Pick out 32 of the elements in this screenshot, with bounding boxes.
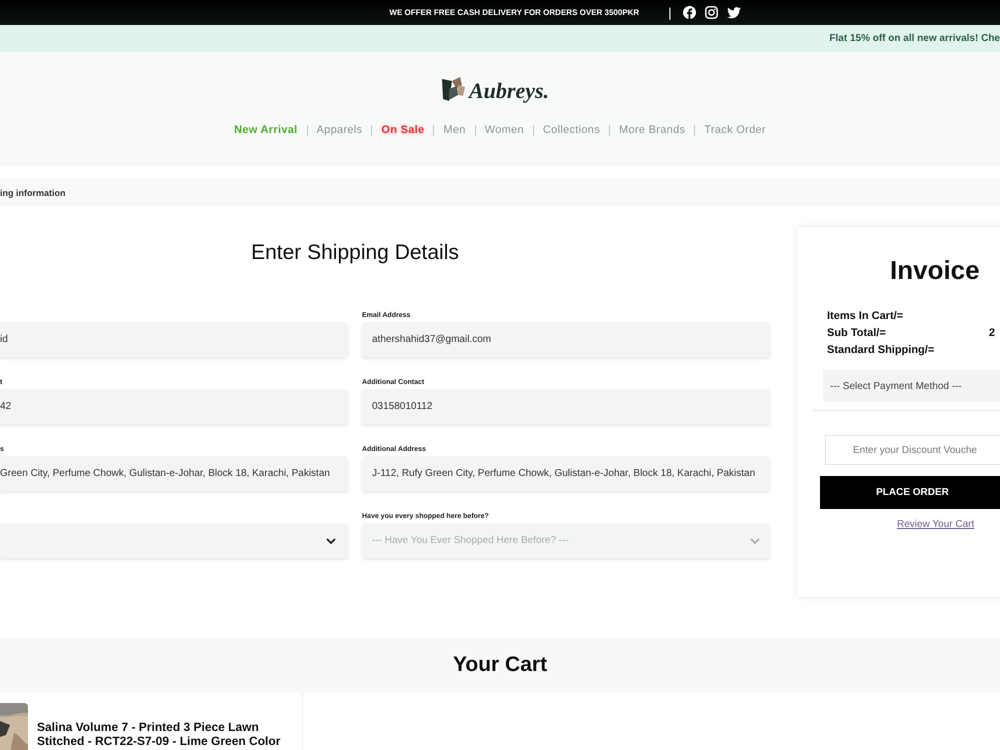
- delivery-notice: WE OFFER FREE CASH DELIVERY FOR ORDERS OVER 3500PKR: [389, 8, 640, 17]
- place-order-button[interactable]: PLACE ORDER: [820, 476, 1000, 509]
- voucher-field[interactable]: Enter your Discount Vouche: [825, 435, 1000, 465]
- input-field[interactable]: 03158010112: [362, 389, 770, 424]
- breadcrumb-text: ing information: [0, 188, 66, 198]
- select-field[interactable]: [0, 523, 348, 558]
- logo-wordmark[interactable]: Aubreys.: [468, 78, 550, 104]
- review-cart-link[interactable]: Review Your Cart: [897, 519, 974, 530]
- instagram-icon[interactable]: [704, 6, 718, 19]
- bird-icon[interactable]: [726, 6, 741, 18]
- invoice-title: Invoice: [890, 255, 980, 286]
- invoice-label: Items In Cart/=: [827, 310, 904, 322]
- product-title[interactable]: Salina Volume 7 - Printed 3 Piece Lawn Stitched - RCT22-S7-09 - Lime Green Color: [37, 720, 299, 748]
- logo-emblem-icon: [440, 76, 467, 104]
- chevron-down-icon: [750, 538, 760, 544]
- select-placeholder: --- Have You Ever Shopped Here Before? ---: [372, 535, 569, 546]
- promo-text: Flat 15% off on all new arrivals! Che: [829, 33, 1000, 44]
- chevron-down-icon: [326, 538, 336, 544]
- input-field[interactable]: J-112, Rufy Green City, Perfume Chowk, Gulistan-e-Johar, Block 18, Karachi, Pakistan: [362, 456, 770, 491]
- facebook-icon[interactable]: [682, 6, 696, 19]
- input-field[interactable]: id: [0, 322, 348, 357]
- invoice-label: Sub Total/=: [827, 327, 886, 339]
- payment-select[interactable]: --- Select Payment Method ---: [823, 370, 1000, 402]
- divider-glyph: |: [668, 5, 672, 20]
- invoice-label: Standard Shipping/=: [827, 344, 934, 356]
- input-field[interactable]: Green City, Perfume Chowk, Gulistan-e-Johar, Block 18, Karachi, Pakistan: [0, 456, 348, 491]
- input-field[interactable]: 42: [0, 389, 348, 424]
- form-title: Enter Shipping Details: [250, 241, 460, 265]
- invoice-value: 2: [988, 327, 995, 339]
- input-field[interactable]: athershahid37@gmail.com: [362, 322, 770, 357]
- cart-title: Your Cart: [452, 653, 548, 677]
- nav-link[interactable]: On Sale: [371, 124, 424, 136]
